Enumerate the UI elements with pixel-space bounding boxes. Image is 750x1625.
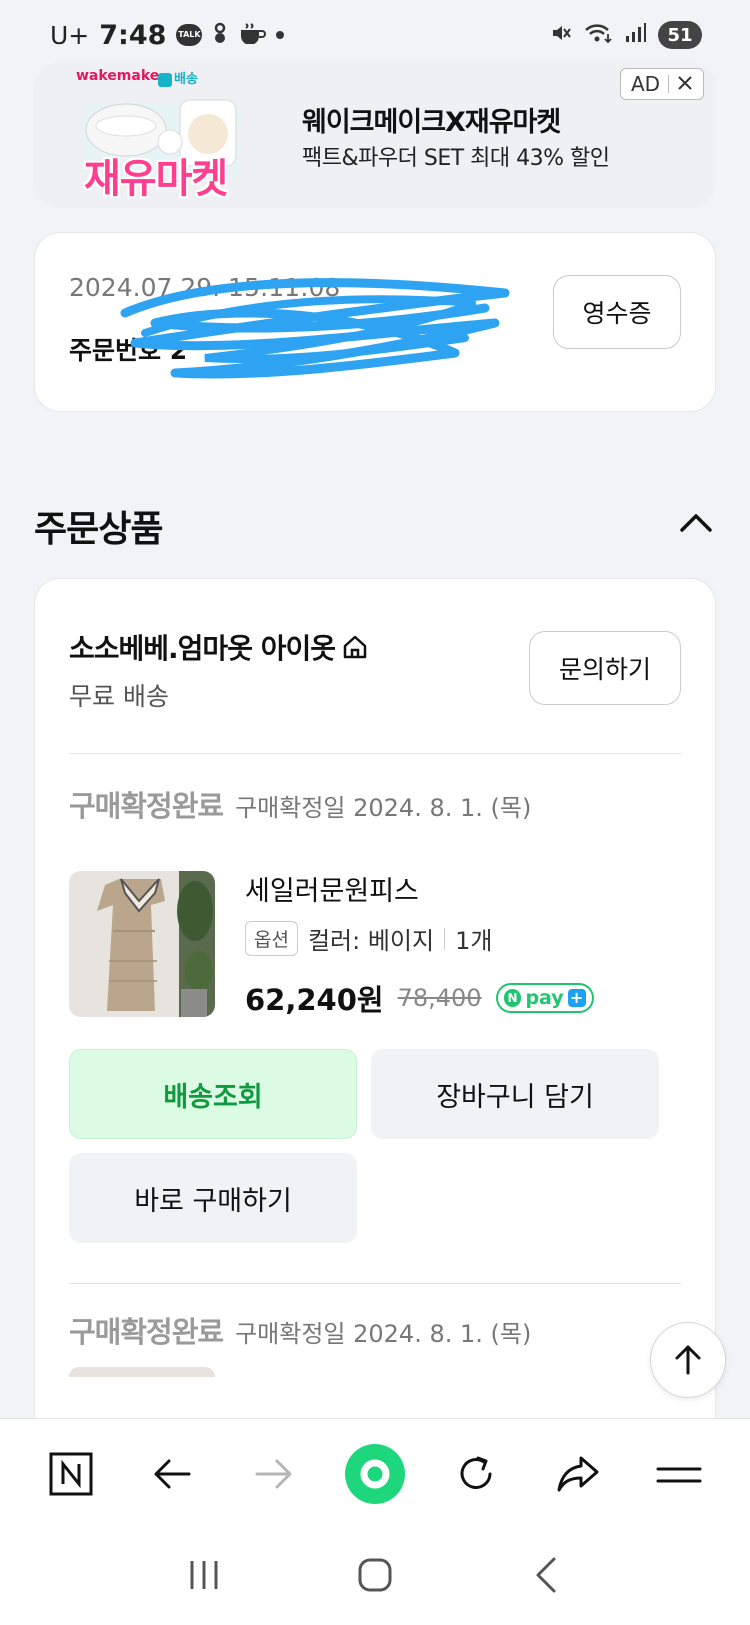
receipt-button[interactable]: 영수증 <box>553 275 681 349</box>
dress-image <box>69 871 215 1017</box>
more-notifications-dot-icon <box>276 31 285 39</box>
ad-shipping-tag: 배송 <box>158 68 198 87</box>
ad-label: AD <box>630 72 661 96</box>
divider <box>69 1283 681 1284</box>
redaction-scribble <box>120 278 510 379</box>
coffee-icon <box>238 20 267 51</box>
carrier-label: U+ <box>50 20 90 50</box>
ad-shipping-tag-label: 배송 <box>174 72 198 87</box>
arrow-up-icon <box>675 1345 701 1375</box>
system-navigation-bar <box>0 1528 750 1625</box>
status-left: U+ 7:48 TALK <box>50 19 285 51</box>
ad-market-text: 재유마켓 <box>84 156 228 202</box>
scroll-to-top-button[interactable] <box>650 1322 726 1398</box>
battery-indicator: 51 <box>658 21 702 49</box>
ad-badge-divider <box>668 75 670 93</box>
ad-title: 웨이크메이크X재유마켓 <box>302 107 561 138</box>
track-delivery-button[interactable]: 배송조회 <box>69 1049 357 1139</box>
item-status: 구매확정완료 <box>69 789 224 823</box>
npay-label: pay <box>525 987 564 1009</box>
sale-price: 62,240원 <box>245 983 384 1017</box>
ad-brand-logo: wakemake <box>76 68 160 84</box>
signal-icon <box>624 22 646 49</box>
section-title-order-items: 주문상품 <box>34 509 163 550</box>
status-right: 51 <box>550 21 702 49</box>
add-to-cart-button[interactable]: 장바구니 담기 <box>371 1049 659 1139</box>
ad-badge[interactable]: AD <box>620 68 704 100</box>
hamburger-menu-icon <box>656 1467 702 1482</box>
confirm-date: 구매확정일 2024. 8. 1. (목) <box>235 1320 532 1348</box>
status-bar: U+ 7:48 TALK 51 <box>0 0 750 70</box>
option-badge: 옵션 <box>245 921 298 956</box>
menu-button[interactable] <box>644 1439 714 1509</box>
refresh-icon <box>460 1456 492 1489</box>
arrow-right-icon <box>255 1459 292 1488</box>
divider <box>69 753 681 754</box>
chevron-up-icon[interactable] <box>676 508 716 538</box>
option-value: 컬러: 베이지 <box>307 927 435 955</box>
recent-apps-icon <box>190 1560 218 1589</box>
home-nav-button[interactable] <box>355 1555 395 1599</box>
wifi-icon <box>584 22 612 49</box>
forward-button[interactable] <box>239 1439 309 1509</box>
option-line: 옵션 컬러: 베이지 1개 <box>245 921 492 956</box>
inquiry-button[interactable]: 문의하기 <box>529 631 681 705</box>
item-status-line: 구매확정완료 구매확정일 2024. 8. 1. (목) <box>69 1309 531 1351</box>
recent-apps-button[interactable] <box>186 1557 222 1597</box>
chevron-left-icon <box>536 1557 556 1592</box>
share-icon <box>557 1456 599 1491</box>
shipping-fee-label: 무료 배송 <box>69 682 169 711</box>
home-square-icon <box>358 1558 392 1591</box>
home-icon <box>343 635 367 659</box>
ad-subtitle: 팩트&파우더 SET 최대 43% 할인 <box>302 146 610 171</box>
back-nav-button[interactable] <box>528 1555 564 1599</box>
quantity: 1개 <box>455 927 493 955</box>
green-dot-button[interactable] <box>340 1439 410 1509</box>
green-dot-icon <box>344 1443 405 1504</box>
npay-plus-badge: N pay + <box>495 983 594 1013</box>
kakaotalk-icon: TALK <box>176 24 203 46</box>
buy-now-button[interactable]: 바로 구매하기 <box>69 1153 357 1243</box>
item-status-line: 구매확정완료 구매확정일 2024. 8. 1. (목) <box>69 783 531 825</box>
close-icon[interactable] <box>677 72 693 96</box>
product-name[interactable]: 세일러문원피스 <box>245 869 419 908</box>
back-button[interactable] <box>137 1439 207 1509</box>
browser-toolbar <box>0 1418 750 1528</box>
option-separator <box>444 927 446 950</box>
product-thumbnail[interactable] <box>69 871 215 1017</box>
naver-n-icon <box>49 1452 93 1495</box>
mute-icon <box>550 22 572 49</box>
price-line: 62,240원 78,400 N pay + <box>245 977 594 1019</box>
tmap-icon <box>212 20 228 51</box>
store-name-label: 소소베베.엄마옷 아이옷 <box>69 632 336 665</box>
plus-icon: + <box>567 989 586 1007</box>
ad-banner[interactable]: wakemake 배송 재유마켓 웨이크메이크X재유마켓 팩트&파우더 SET … <box>34 62 716 208</box>
order-info-card: 2024.07.29. 15:11:08 주문번호 2 영수증 <box>34 232 716 412</box>
arrow-left-icon <box>154 1459 191 1488</box>
clock: 7:48 <box>99 19 167 51</box>
product-thumbnail[interactable] <box>69 1367 215 1377</box>
naver-n-icon: N <box>503 989 522 1007</box>
item-status: 구매확정완료 <box>69 1315 224 1349</box>
naver-home-button[interactable] <box>36 1439 106 1509</box>
share-button[interactable] <box>543 1439 613 1509</box>
original-price: 78,400 <box>397 984 482 1012</box>
confirm-date: 구매확정일 2024. 8. 1. (목) <box>235 794 532 822</box>
store-name[interactable]: 소소베베.엄마옷 아이옷 <box>69 627 369 667</box>
refresh-button[interactable] <box>441 1439 511 1509</box>
